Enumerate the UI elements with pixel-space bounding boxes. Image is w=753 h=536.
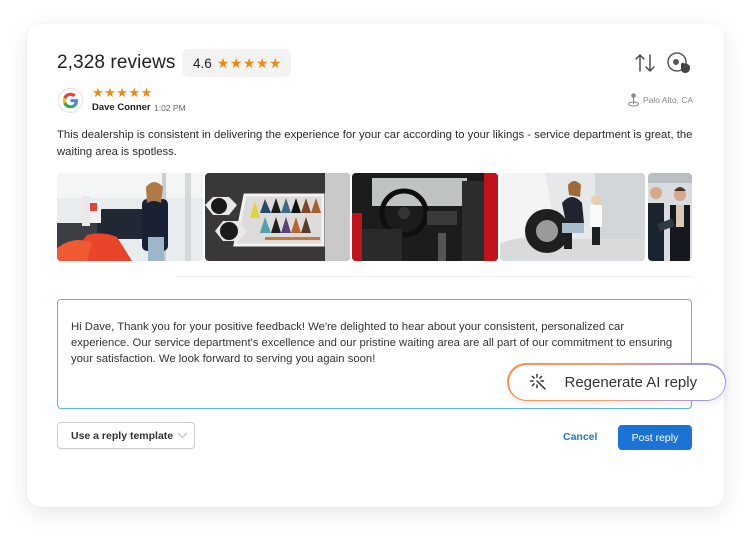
hide-view-icon[interactable]: [666, 51, 692, 75]
template-label: Use a reply template: [71, 429, 174, 442]
review-text: This dealership is consistent in deliver…: [57, 129, 693, 158]
sort-arrows-icon[interactable]: [634, 53, 656, 73]
average-rating-badge: 4.6 ★★★★★: [182, 49, 291, 77]
salesmen-talking-photo[interactable]: [648, 173, 692, 261]
woman-in-showroom-photo[interactable]: [57, 173, 203, 261]
cancel-button[interactable]: Cancel: [563, 431, 597, 443]
reviews-count: 2,328 reviews: [57, 52, 176, 73]
regenerate-label: Regenerate AI reply: [564, 373, 698, 391]
mother-and-child-tire-photo[interactable]: [500, 173, 645, 261]
average-rating-stars: ★★★★★: [216, 54, 283, 71]
wheels-and-leather-swatches-photo[interactable]: [205, 173, 350, 261]
review-time: 1:02 PM: [154, 103, 186, 113]
reply-template-dropdown[interactable]: Use a reply template: [57, 422, 195, 449]
magic-wand-icon: [529, 373, 546, 390]
sports-car-interior-photo[interactable]: [352, 173, 498, 261]
chevron-down-icon: [177, 432, 188, 439]
google-logo-icon: [58, 88, 83, 113]
review-stars: ★★★★★: [92, 85, 153, 100]
map-pin-icon: [628, 93, 639, 107]
review-location: Palo Alto, CA: [627, 93, 693, 107]
reviewer-name: Dave Conner: [92, 102, 151, 113]
section-divider: [176, 276, 692, 277]
location-text: Palo Alto, CA: [643, 95, 694, 105]
review-photos: [57, 173, 692, 261]
regenerate-ai-reply-button[interactable]: Regenerate AI reply: [507, 363, 726, 401]
post-reply-button[interactable]: Post reply: [618, 425, 692, 450]
average-rating-value: 4.6: [193, 55, 212, 71]
